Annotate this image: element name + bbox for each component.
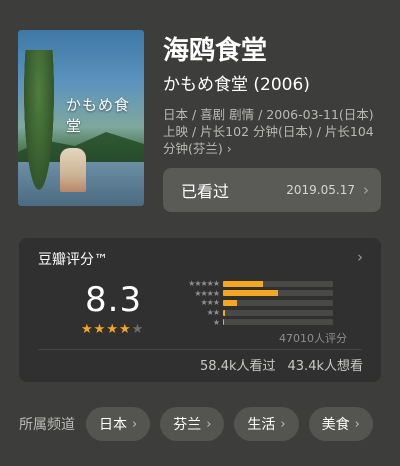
distribution-track xyxy=(223,319,333,326)
chevron-right-icon: › xyxy=(354,416,360,432)
rating-stars: ★★★★★ xyxy=(81,322,144,337)
poster-tree xyxy=(24,50,54,190)
distribution-row: ★★★★★ xyxy=(161,279,361,289)
watched-status-right: 2019.05.17 › xyxy=(286,181,369,199)
distribution-track xyxy=(223,290,333,297)
chevron-right-icon: › xyxy=(132,416,138,432)
channel-chip-label: 生活 xyxy=(247,417,276,433)
rating-distribution: ★★★★★ ★★★★ ★★★ ★★ ★ xyxy=(161,279,361,327)
distribution-stars-label: ★★ xyxy=(206,308,220,318)
card-divider xyxy=(38,349,362,350)
chevron-right-icon: › xyxy=(280,416,286,432)
movie-meta[interactable]: 日本 / 喜剧 剧情 / 2006-03-11(日本)上映 / 片长102 分钟… xyxy=(163,106,385,157)
chevron-right-icon: › xyxy=(206,416,212,432)
movie-title: 海鸥食堂 xyxy=(163,36,268,66)
channel-bar: 所属频道 日本 › 芬兰 › 生活 › 美食 › xyxy=(19,406,383,442)
distribution-stars-label: ★★★★ xyxy=(194,288,220,298)
watched-date: 2019.05.17 xyxy=(286,183,355,197)
want-count[interactable]: 43.4k人想看 xyxy=(288,355,363,374)
star-filled-icon: ★ xyxy=(81,322,94,337)
movie-original-title: かもめ食堂 (2006) xyxy=(163,75,310,95)
channel-chip[interactable]: 日本 › xyxy=(86,407,151,441)
distribution-row: ★★ xyxy=(161,308,361,318)
distribution-row: ★★★★ xyxy=(161,289,361,299)
star-empty-icon: ★ xyxy=(131,322,145,337)
distribution-row: ★ xyxy=(161,317,361,327)
poster-title-text: かもめ食堂 xyxy=(66,96,131,135)
distribution-fill xyxy=(223,319,225,326)
distribution-fill xyxy=(223,309,226,316)
channel-chip[interactable]: 美食 › xyxy=(308,407,373,441)
channel-chip-label: 日本 xyxy=(99,417,127,433)
distribution-stars-label: ★ xyxy=(212,317,220,327)
movie-header: かもめ食堂 海鸥食堂 かもめ食堂 (2006) 日本 / 喜剧 剧情 / 200… xyxy=(0,0,400,225)
distribution-row: ★★★ xyxy=(161,298,361,308)
distribution-track xyxy=(223,309,333,316)
star-filled-icon: ★ xyxy=(93,322,107,337)
movie-poster[interactable]: かもめ食堂 xyxy=(18,30,144,206)
chevron-right-icon: › xyxy=(363,181,369,199)
distribution-fill xyxy=(223,280,263,287)
distribution-fill xyxy=(223,290,278,297)
distribution-stars-label: ★★★ xyxy=(200,298,220,308)
chevron-right-icon[interactable]: › xyxy=(357,248,363,266)
rating-score: 8.3 xyxy=(85,280,143,320)
rating-count: 47010人评分 xyxy=(279,332,347,345)
distribution-fill xyxy=(223,299,238,306)
watch-stats: 58.4k人看过 43.4k人想看 xyxy=(200,355,363,374)
rating-card[interactable]: 豆瓣评分™ › 8.3 ★★★★★ ★★★★★ ★★★★ ★★★ ★★ ★ 47010人… xyxy=(19,238,381,382)
channel-chip-label: 芬兰 xyxy=(173,417,202,433)
channel-chip-label: 美食 xyxy=(321,417,350,433)
channel-chip[interactable]: 芬兰 › xyxy=(160,407,225,441)
star-filled-icon: ★ xyxy=(118,322,132,337)
poster-figures xyxy=(60,148,86,192)
watched-status-button[interactable]: 已看过 2019.05.17 › xyxy=(163,168,381,212)
distribution-track xyxy=(223,280,333,287)
distribution-track xyxy=(223,299,333,306)
rating-label: 豆瓣评分™ xyxy=(38,252,108,268)
star-filled-icon: ★ xyxy=(106,322,119,337)
watched-count[interactable]: 58.4k人看过 xyxy=(200,355,275,374)
channel-label: 所属频道 xyxy=(19,417,75,433)
watched-status-label: 已看过 xyxy=(181,182,230,201)
distribution-stars-label: ★★★★★ xyxy=(188,279,220,289)
channel-chip[interactable]: 生活 › xyxy=(234,407,299,441)
